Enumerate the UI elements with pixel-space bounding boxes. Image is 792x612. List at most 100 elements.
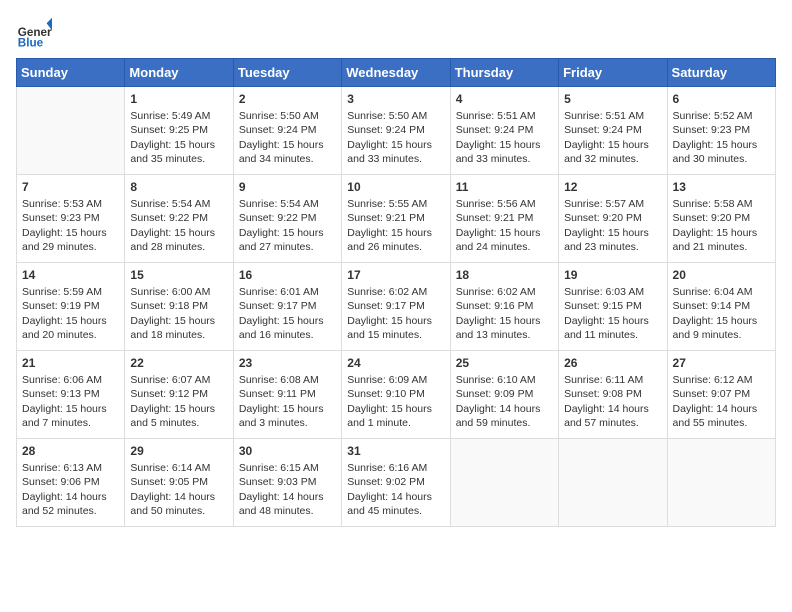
- day-number: 16: [239, 267, 336, 283]
- day-header-tuesday: Tuesday: [233, 59, 341, 87]
- day-info: Sunrise: 5:55 AMSunset: 9:21 PMDaylight:…: [347, 198, 432, 253]
- day-number: 8: [130, 179, 227, 195]
- day-number: 1: [130, 91, 227, 107]
- day-header-monday: Monday: [125, 59, 233, 87]
- day-number: 11: [456, 179, 553, 195]
- calendar-cell: 5Sunrise: 5:51 AMSunset: 9:24 PMDaylight…: [559, 87, 667, 175]
- day-info: Sunrise: 5:52 AMSunset: 9:23 PMDaylight:…: [673, 110, 758, 165]
- day-number: 7: [22, 179, 119, 195]
- day-number: 9: [239, 179, 336, 195]
- calendar-cell: 27 Sunrise: 6:12 AMSunset: 9:07 PMDayligh…: [667, 351, 775, 439]
- calendar-cell: 11 Sunrise: 5:56 AMSunset: 9:21 PMDayligh…: [450, 175, 558, 263]
- day-info: Sunrise: 5:57 AMSunset: 9:20 PMDaylight:…: [564, 198, 649, 253]
- day-info: Sunrise: 6:11 AMSunset: 9:08 PMDaylight:…: [564, 374, 649, 429]
- day-number: 4: [456, 91, 553, 107]
- calendar-cell: 1 Sunrise: 5:49 AMSunset: 9:25 PMDaylight…: [125, 87, 233, 175]
- day-number: 19: [564, 267, 661, 283]
- logo: General Blue: [16, 16, 52, 52]
- day-number: 21: [22, 355, 119, 371]
- logo-icon: General Blue: [16, 16, 52, 52]
- day-info: Sunrise: 6:14 AMSunset: 9:05 PMDaylight:…: [130, 462, 215, 517]
- day-number: 15: [130, 267, 227, 283]
- day-header-friday: Friday: [559, 59, 667, 87]
- day-info: Sunrise: 5:49 AMSunset: 9:25 PMDaylight:…: [130, 110, 215, 165]
- day-number: 27: [673, 355, 770, 371]
- day-info: Sunrise: 6:09 AMSunset: 9:10 PMDaylight:…: [347, 374, 432, 429]
- day-info: Sunrise: 5:51 AMSunset: 9:24 PMDaylight:…: [456, 110, 541, 165]
- day-info: Sunrise: 6:07 AMSunset: 9:12 PMDaylight:…: [130, 374, 215, 429]
- day-number: 6: [673, 91, 770, 107]
- day-info: Sunrise: 5:54 AMSunset: 9:22 PMDaylight:…: [239, 198, 324, 253]
- day-number: 23: [239, 355, 336, 371]
- calendar-cell: [450, 439, 558, 527]
- calendar-cell: 2Sunrise: 5:50 AMSunset: 9:24 PMDaylight…: [233, 87, 341, 175]
- calendar-cell: 25Sunrise: 6:10 AMSunset: 9:09 PMDayligh…: [450, 351, 558, 439]
- day-info: Sunrise: 5:56 AMSunset: 9:21 PMDaylight:…: [456, 198, 541, 253]
- calendar-cell: 17Sunrise: 6:02 AMSunset: 9:17 PMDayligh…: [342, 263, 450, 351]
- week-row-1: 1 Sunrise: 5:49 AMSunset: 9:25 PMDaylight…: [17, 87, 776, 175]
- calendar-cell: 20 Sunrise: 6:04 AMSunset: 9:14 PMDayligh…: [667, 263, 775, 351]
- day-header-saturday: Saturday: [667, 59, 775, 87]
- day-info: Sunrise: 6:01 AMSunset: 9:17 PMDaylight:…: [239, 286, 324, 341]
- week-row-5: 28 Sunrise: 6:13 AMSunset: 9:06 PMDayligh…: [17, 439, 776, 527]
- day-info: Sunrise: 6:16 AMSunset: 9:02 PMDaylight:…: [347, 462, 432, 517]
- calendar-header-row: SundayMondayTuesdayWednesdayThursdayFrid…: [17, 59, 776, 87]
- calendar-cell: 18Sunrise: 6:02 AMSunset: 9:16 PMDayligh…: [450, 263, 558, 351]
- calendar-cell: 21 Sunrise: 6:06 AMSunset: 9:13 PMDayligh…: [17, 351, 125, 439]
- day-number: 10: [347, 179, 444, 195]
- day-info: Sunrise: 5:58 AMSunset: 9:20 PMDaylight:…: [673, 198, 758, 253]
- day-info: Sunrise: 6:02 AMSunset: 9:17 PMDaylight:…: [347, 286, 432, 341]
- calendar-cell: 30Sunrise: 6:15 AMSunset: 9:03 PMDayligh…: [233, 439, 341, 527]
- calendar-cell: 14 Sunrise: 5:59 AMSunset: 9:19 PMDayligh…: [17, 263, 125, 351]
- day-number: 22: [130, 355, 227, 371]
- day-info: Sunrise: 5:51 AMSunset: 9:24 PMDaylight:…: [564, 110, 649, 165]
- day-number: 3: [347, 91, 444, 107]
- day-header-wednesday: Wednesday: [342, 59, 450, 87]
- day-number: 28: [22, 443, 119, 459]
- day-info: Sunrise: 5:59 AMSunset: 9:19 PMDaylight:…: [22, 286, 107, 341]
- calendar-cell: 7 Sunrise: 5:53 AMSunset: 9:23 PMDaylight…: [17, 175, 125, 263]
- calendar-cell: 26 Sunrise: 6:11 AMSunset: 9:08 PMDayligh…: [559, 351, 667, 439]
- day-info: Sunrise: 6:00 AMSunset: 9:18 PMDaylight:…: [130, 286, 215, 341]
- day-info: Sunrise: 6:10 AMSunset: 9:09 PMDaylight:…: [456, 374, 541, 429]
- day-info: Sunrise: 5:50 AMSunset: 9:24 PMDaylight:…: [347, 110, 432, 165]
- svg-text:Blue: Blue: [18, 37, 44, 50]
- day-info: Sunrise: 6:06 AMSunset: 9:13 PMDaylight:…: [22, 374, 107, 429]
- week-row-2: 7 Sunrise: 5:53 AMSunset: 9:23 PMDaylight…: [17, 175, 776, 263]
- calendar-cell: 15 Sunrise: 6:00 AMSunset: 9:18 PMDayligh…: [125, 263, 233, 351]
- day-info: Sunrise: 5:53 AMSunset: 9:23 PMDaylight:…: [22, 198, 107, 253]
- day-number: 14: [22, 267, 119, 283]
- calendar-cell: 28 Sunrise: 6:13 AMSunset: 9:06 PMDayligh…: [17, 439, 125, 527]
- calendar-cell: [559, 439, 667, 527]
- week-row-4: 21 Sunrise: 6:06 AMSunset: 9:13 PMDayligh…: [17, 351, 776, 439]
- day-info: Sunrise: 6:02 AMSunset: 9:16 PMDaylight:…: [456, 286, 541, 341]
- day-info: Sunrise: 6:03 AMSunset: 9:15 PMDaylight:…: [564, 286, 649, 341]
- calendar-cell: 12 Sunrise: 5:57 AMSunset: 9:20 PMDayligh…: [559, 175, 667, 263]
- calendar-cell: 16 Sunrise: 6:01 AMSunset: 9:17 PMDayligh…: [233, 263, 341, 351]
- day-info: Sunrise: 6:13 AMSunset: 9:06 PMDaylight:…: [22, 462, 107, 517]
- day-info: Sunrise: 6:04 AMSunset: 9:14 PMDaylight:…: [673, 286, 758, 341]
- calendar-table: SundayMondayTuesdayWednesdayThursdayFrid…: [16, 58, 776, 527]
- calendar-cell: 9 Sunrise: 5:54 AMSunset: 9:22 PMDaylight…: [233, 175, 341, 263]
- day-info: Sunrise: 5:54 AMSunset: 9:22 PMDaylight:…: [130, 198, 215, 253]
- day-info: Sunrise: 5:50 AMSunset: 9:24 PMDaylight:…: [239, 110, 324, 165]
- day-number: 12: [564, 179, 661, 195]
- calendar-cell: 31 Sunrise: 6:16 AMSunset: 9:02 PMDayligh…: [342, 439, 450, 527]
- calendar-cell: [667, 439, 775, 527]
- calendar-cell: 6 Sunrise: 5:52 AMSunset: 9:23 PMDaylight…: [667, 87, 775, 175]
- day-number: 20: [673, 267, 770, 283]
- day-header-thursday: Thursday: [450, 59, 558, 87]
- calendar-cell: 22 Sunrise: 6:07 AMSunset: 9:12 PMDayligh…: [125, 351, 233, 439]
- calendar-cell: 3 Sunrise: 5:50 AMSunset: 9:24 PMDaylight…: [342, 87, 450, 175]
- day-number: 24: [347, 355, 444, 371]
- calendar-cell: 24 Sunrise: 6:09 AMSunset: 9:10 PMDayligh…: [342, 351, 450, 439]
- day-number: 13: [673, 179, 770, 195]
- day-number: 26: [564, 355, 661, 371]
- calendar-cell: 4 Sunrise: 5:51 AMSunset: 9:24 PMDaylight…: [450, 87, 558, 175]
- day-info: Sunrise: 6:15 AMSunset: 9:03 PMDaylight:…: [239, 462, 324, 517]
- calendar-cell: 23Sunrise: 6:08 AMSunset: 9:11 PMDayligh…: [233, 351, 341, 439]
- day-info: Sunrise: 6:12 AMSunset: 9:07 PMDaylight:…: [673, 374, 758, 429]
- day-header-sunday: Sunday: [17, 59, 125, 87]
- day-number: 31: [347, 443, 444, 459]
- calendar-cell: [17, 87, 125, 175]
